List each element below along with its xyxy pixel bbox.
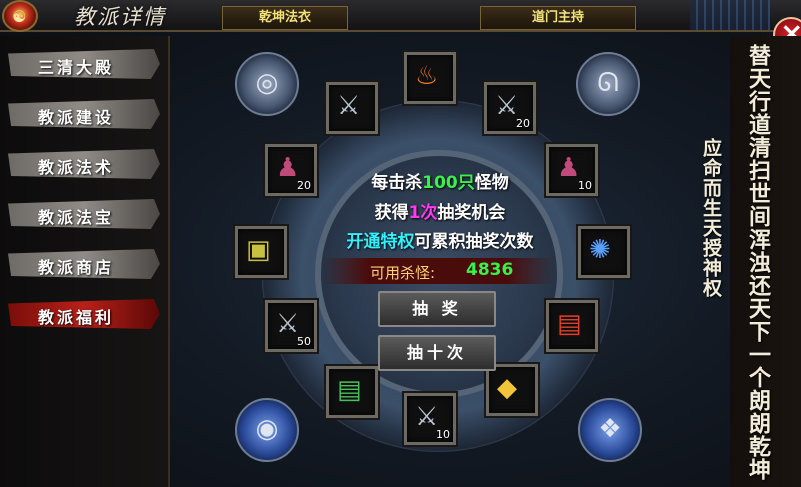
prize-slot[interactable]: ⚔ 10 bbox=[404, 393, 456, 445]
blue-orb-icon: ✺ bbox=[589, 235, 611, 265]
prize-count: 50 bbox=[297, 335, 311, 348]
fire-scroll-icon: ♨ bbox=[415, 61, 439, 91]
window-title: 教派详情 bbox=[74, 5, 166, 29]
rule-text: 怪物 bbox=[474, 173, 509, 193]
gourd-icon: ♟ bbox=[276, 153, 300, 183]
prize-slot[interactable]: ▤ bbox=[326, 366, 378, 418]
rule-text: 可累积抽奖次数 bbox=[414, 232, 534, 252]
prize-slot[interactable]: ▤ bbox=[546, 300, 598, 352]
sect-motto-main: 替天行道清扫世间浑浊还天下一个朗朗乾坤 bbox=[745, 44, 771, 481]
tab-taoist-host[interactable]: 道门主持 bbox=[480, 6, 636, 30]
rule-text: 获得 bbox=[374, 203, 409, 223]
rune-glyph-icon: ◎ bbox=[235, 52, 299, 116]
rule-highlight: 1次 bbox=[408, 203, 438, 223]
prize-count: 10 bbox=[436, 428, 450, 441]
title-bar: ☯ 教派详情 乾坤法衣 道门主持 bbox=[0, 0, 801, 32]
prize-count: 20 bbox=[516, 117, 530, 130]
prize-slot[interactable]: ▣ bbox=[235, 226, 287, 278]
rune-glyph-icon: ❖ bbox=[578, 398, 642, 462]
prize-slot[interactable]: ✺ bbox=[578, 226, 630, 278]
dagger-icon: ⚔ bbox=[495, 91, 519, 121]
jade-box-icon: ▣ bbox=[246, 235, 271, 265]
dragon-glyph-icon: ᘏ bbox=[576, 52, 640, 116]
prize-slot[interactable]: ⚔ 20 bbox=[484, 82, 536, 134]
sidebar-item-label: 教派福利 bbox=[38, 308, 115, 327]
available-kills-bar: 可用杀怪: 4836 bbox=[322, 258, 554, 284]
sidebar-item-main-hall[interactable]: 三清大殿 bbox=[8, 49, 160, 79]
privilege-rule-line: 开通特权可累积抽奖次数 bbox=[300, 227, 580, 252]
draw-once-button[interactable]: 抽 奖 bbox=[378, 291, 496, 327]
dagger-icon: ⚔ bbox=[337, 91, 361, 121]
rune-glyph-icon: ◉ bbox=[235, 398, 299, 462]
title-bar-ornament bbox=[690, 0, 770, 30]
sidebar-item-label: 教派建设 bbox=[38, 108, 115, 127]
red-book-icon: ▤ bbox=[557, 309, 582, 339]
sidebar-item-sect-treasures[interactable]: 教派法宝 bbox=[8, 199, 160, 229]
dagger-icon: ⚔ bbox=[276, 309, 300, 339]
gold-ingot-icon: ◆ bbox=[497, 373, 517, 403]
prize-slot[interactable]: ⚔ 50 bbox=[265, 300, 317, 352]
sidebar-item-sect-welfare[interactable]: 教派福利 bbox=[8, 299, 160, 329]
rule-highlight: 开通特权 bbox=[346, 232, 415, 252]
sidebar-item-label: 教派法术 bbox=[38, 158, 115, 177]
sect-details-window: ☯ 教派详情 乾坤法衣 道门主持 × 三清大殿 教派建设 教派法术 教派法宝 教… bbox=[0, 0, 801, 487]
sidebar: 三清大殿 教派建设 教派法术 教派法宝 教派商店 教派福利 bbox=[0, 36, 170, 487]
dagger-icon: ⚔ bbox=[415, 402, 439, 432]
sidebar-item-label: 教派法宝 bbox=[38, 208, 115, 227]
prize-slot[interactable]: ♨ bbox=[404, 52, 456, 104]
draw-ten-button[interactable]: 抽十次 bbox=[378, 335, 496, 371]
sidebar-item-sect-spells[interactable]: 教派法术 bbox=[8, 149, 160, 179]
green-book-icon: ▤ bbox=[337, 375, 362, 405]
rule-highlight: 100只 bbox=[422, 173, 475, 193]
prize-slot[interactable]: ◆ bbox=[486, 364, 538, 416]
available-kills-label: 可用杀怪: bbox=[370, 264, 436, 282]
sidebar-item-label: 三清大殿 bbox=[38, 58, 115, 77]
kill-rule-line: 每击杀100只怪物 bbox=[300, 168, 580, 193]
available-kills-value: 4836 bbox=[466, 260, 514, 280]
sidebar-item-sect-building[interactable]: 教派建设 bbox=[8, 99, 160, 129]
prize-slot[interactable]: ⚔ bbox=[326, 82, 378, 134]
chance-rule-line: 获得1次抽奖机会 bbox=[300, 198, 580, 223]
prize-count: 10 bbox=[578, 179, 592, 192]
sidebar-item-label: 教派商店 bbox=[38, 258, 115, 277]
rule-text: 每击杀 bbox=[371, 173, 423, 193]
sect-emblem-icon: ☯ bbox=[2, 0, 38, 32]
sidebar-item-sect-shop[interactable]: 教派商店 bbox=[8, 249, 160, 279]
tab-qiankun-robe[interactable]: 乾坤法衣 bbox=[222, 6, 348, 30]
rule-text: 抽奖机会 bbox=[437, 203, 506, 223]
sect-motto-sub: 应命而生天授神权 bbox=[700, 138, 722, 298]
